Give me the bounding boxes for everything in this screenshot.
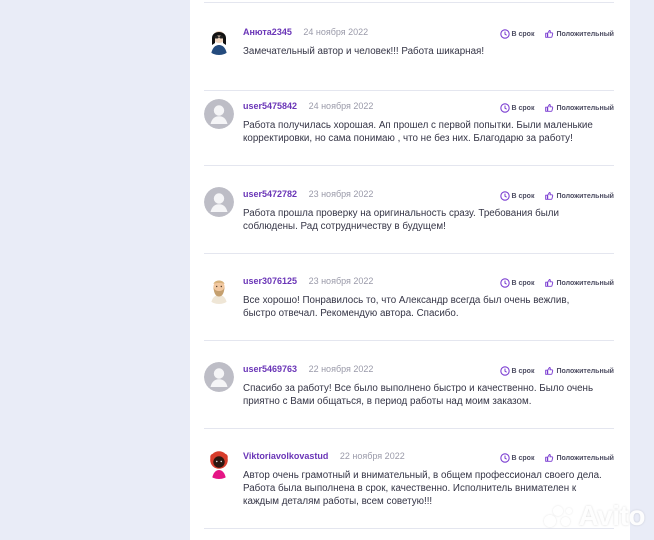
default-avatar-icon [204,99,234,129]
review-meta: user5472782 23 ноября 2022 [243,189,373,199]
review-badges: В срок Положительный [499,191,614,201]
on-time-badge: В срок [499,103,535,113]
positive-label: Положительный [556,30,614,38]
positive-badge: Положительный [544,103,614,113]
on-time-label: В срок [511,454,535,462]
positive-badge: Положительный [544,453,614,463]
avatar[interactable] [204,99,234,129]
avatar[interactable] [204,449,234,479]
avatar[interactable] [204,362,234,392]
positive-badge: Положительный [544,191,614,201]
review-badges: В срок Положительный [499,103,614,113]
clock-icon [499,453,510,463]
review-date: 23 ноября 2022 [308,189,374,199]
user-avatar-icon [204,25,234,55]
review-username[interactable]: user5475842 [243,101,297,111]
review-item: Анюта2345 24 ноября 2022 В срок Положите… [204,25,614,83]
avatar[interactable] [204,25,234,55]
review-meta: Анюта2345 24 ноября 2022 [243,27,368,37]
review-date: 23 ноября 2022 [308,276,374,286]
positive-label: Положительный [556,279,614,287]
review-date: 22 ноября 2022 [339,451,405,461]
review-item: user5469763 22 ноября 2022 В срок Положи… [204,362,614,432]
on-time-badge: В срок [499,191,535,201]
positive-label: Положительный [556,454,614,462]
review-meta: Viktoriavolkovastud 22 ноября 2022 [243,451,405,461]
review-divider [204,428,614,429]
clock-icon [499,366,510,376]
on-time-badge: В срок [499,29,535,39]
review-date: 24 ноября 2022 [308,101,374,111]
avito-logo-icon [543,504,575,528]
reviews-card: Анюта2345 24 ноября 2022 В срок Положите… [190,0,630,540]
on-time-badge: В срок [499,278,535,288]
positive-badge: Положительный [544,29,614,39]
thumbs-up-icon [545,192,554,200]
positive-label: Положительный [556,104,614,112]
review-badges: В срок Положительный [499,29,614,39]
review-username[interactable]: user5469763 [243,364,297,374]
review-date: 24 ноября 2022 [303,27,369,37]
on-time-label: В срок [511,367,535,375]
review-username[interactable]: user3076125 [243,276,297,286]
review-item: user5475842 24 ноября 2022 В срок Положи… [204,99,614,169]
on-time-label: В срок [511,30,535,38]
on-time-badge: В срок [499,366,535,376]
default-avatar-icon [204,362,234,392]
avatar[interactable] [204,187,234,217]
review-text: Работа получилась хорошая. Ап прошел с п… [243,120,593,144]
review-username[interactable]: Viktoriavolkovastud [243,451,328,461]
review-text: Работа прошла проверку на оригинальность… [243,208,559,232]
thumbs-up-icon [545,367,554,375]
avatar[interactable] [204,274,234,304]
review-username[interactable]: user5472782 [243,189,297,199]
review-text: Спасибо за работу! Все было выполнено бы… [243,383,594,407]
positive-badge: Положительный [544,278,614,288]
on-time-label: В срок [511,192,535,200]
clock-icon [499,278,510,288]
positive-label: Положительный [556,192,614,200]
avito-brand-text: Avito [578,500,646,531]
on-time-label: В срок [511,104,535,112]
reviews-page: Анюта2345 24 ноября 2022 В срок Положите… [0,0,654,540]
review-text: Замечательный автор и человек!!! Работа … [243,46,485,57]
bearded-avatar-icon [204,274,234,304]
review-meta: user3076125 23 ноября 2022 [243,276,373,286]
on-time-label: В срок [511,279,535,287]
review-badges: В срок Положительный [499,278,614,288]
default-avatar-icon [204,187,234,217]
positive-label: Положительный [556,367,614,375]
review-username[interactable]: Анюта2345 [243,27,292,37]
clock-icon [499,191,510,201]
thumbs-up-icon [545,454,554,462]
review-divider [204,165,614,166]
review-badges: В срок Положительный [499,453,614,463]
positive-badge: Положительный [544,366,614,376]
review-meta: user5469763 22 ноября 2022 [243,364,373,374]
thumbs-up-icon [545,104,554,112]
review-divider [204,253,614,254]
review-divider [204,2,614,3]
review-item: user3076125 23 ноября 2022 В срок Положи… [204,274,614,344]
review-badges: В срок Положительный [499,366,614,376]
thumbs-up-icon [545,279,554,287]
review-divider [204,340,614,341]
clock-icon [499,103,510,113]
on-time-badge: В срок [499,453,535,463]
thumbs-up-icon [545,30,554,38]
review-meta: user5475842 24 ноября 2022 [243,101,373,111]
review-item: user5472782 23 ноября 2022 В срок Положи… [204,187,614,257]
review-divider [204,90,614,91]
curly-hair-avatar-icon [204,449,234,479]
clock-icon [499,29,510,39]
avito-watermark: Avito [543,500,646,532]
review-text: Все хорошо! Понравилось то, что Александ… [243,295,570,319]
review-date: 22 ноября 2022 [308,364,374,374]
